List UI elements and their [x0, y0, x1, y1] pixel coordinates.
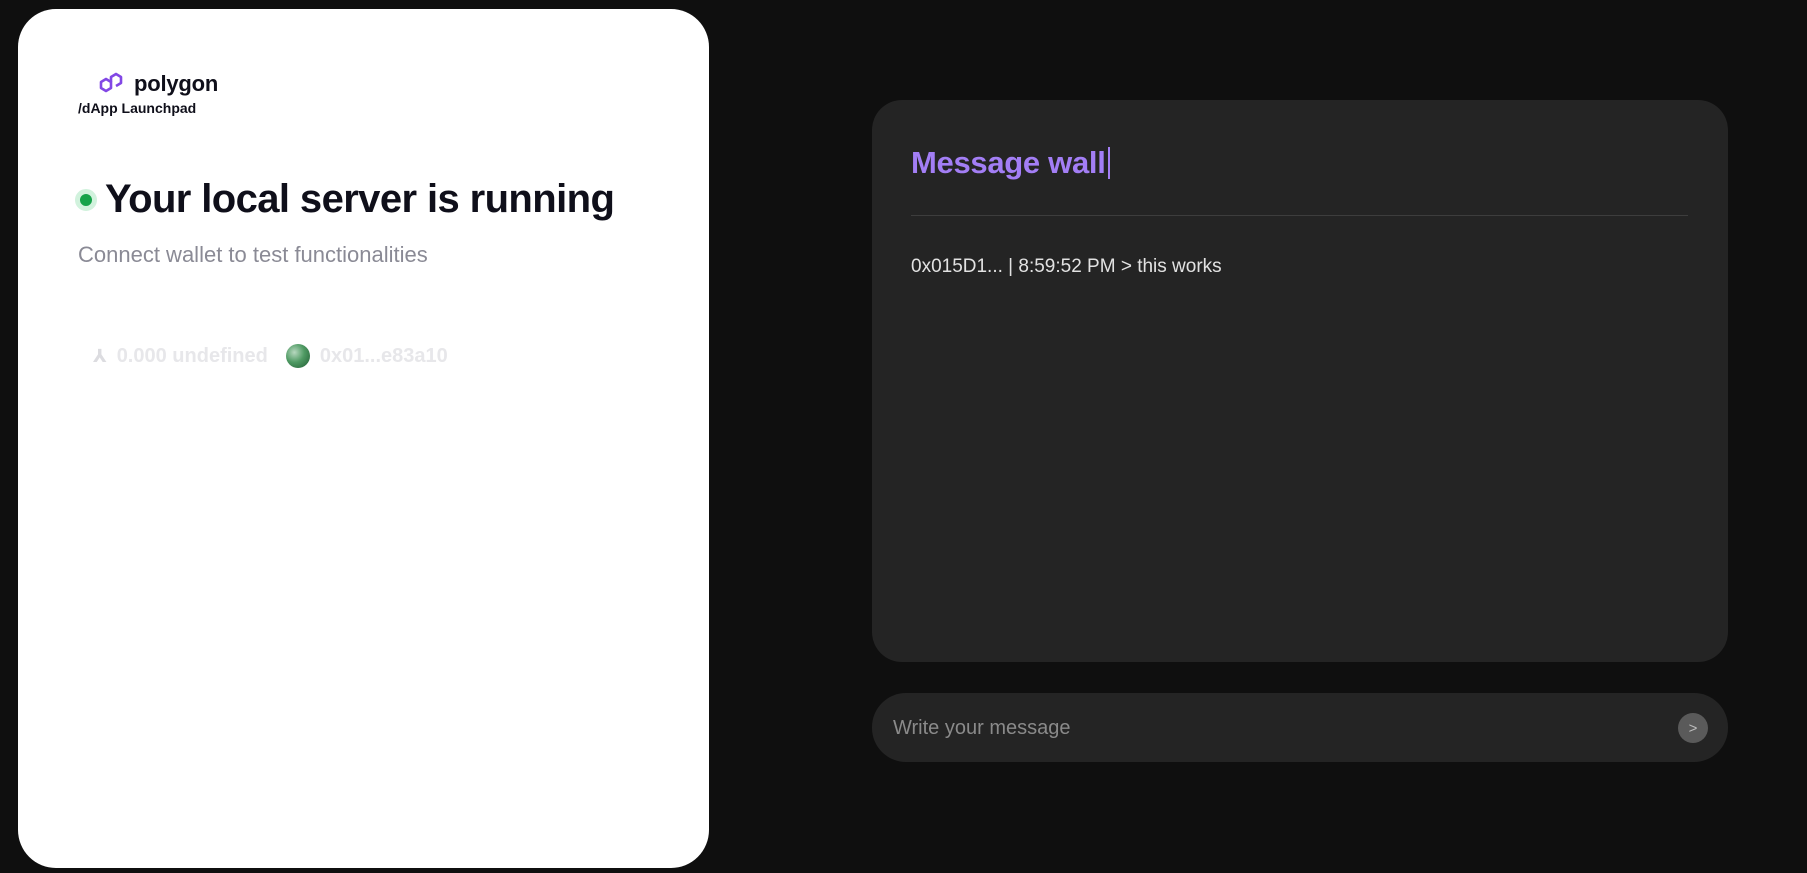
brand-row[interactable]: polygon	[98, 71, 218, 97]
text-cursor	[1107, 147, 1110, 179]
message-wall-title: Message wall	[911, 145, 1110, 181]
status-subtitle: Connect wallet to test functionalities	[78, 242, 428, 267]
send-icon: >	[1688, 719, 1698, 737]
brand-subtitle: /dApp Launchpad	[78, 100, 197, 116]
status-indicator-icon	[75, 188, 97, 211]
message-item: 0x015D1... | 8:59:52 PM > this works	[911, 256, 1222, 277]
message-wall: Message wall 0x015D1... | 8:59:52 PM > t…	[872, 100, 1728, 662]
launchpad-card: polygon /dApp Launchpad Your local serve…	[18, 9, 709, 868]
wallet-info[interactable]: ⅄ 0.000 undefined 0x01...e83a10	[93, 344, 448, 368]
wallet-address: 0x01...e83a10	[319, 344, 448, 367]
status-title: Your local server is running	[105, 177, 615, 221]
message-wall-title-text: Message wall	[911, 145, 1106, 180]
divider	[911, 215, 1688, 216]
message-input[interactable]	[891, 709, 1655, 747]
brand: polygon /dApp Launchpad	[78, 71, 218, 116]
send-button[interactable]: >	[1678, 713, 1708, 743]
brand-name: polygon	[134, 71, 219, 96]
wallet-balance: 0.000 undefined	[116, 344, 268, 367]
polygon-logo-icon	[98, 71, 128, 97]
server-status: Your local server is running	[75, 177, 615, 222]
message-list: 0x015D1... | 8:59:52 PM > this works	[911, 256, 1688, 278]
ethereum-icon: ⅄	[93, 345, 107, 366]
message-composer: >	[872, 693, 1728, 762]
wallet-avatar-icon	[285, 344, 310, 368]
page: polygon /dApp Launchpad Your local serve…	[0, 0, 1807, 873]
